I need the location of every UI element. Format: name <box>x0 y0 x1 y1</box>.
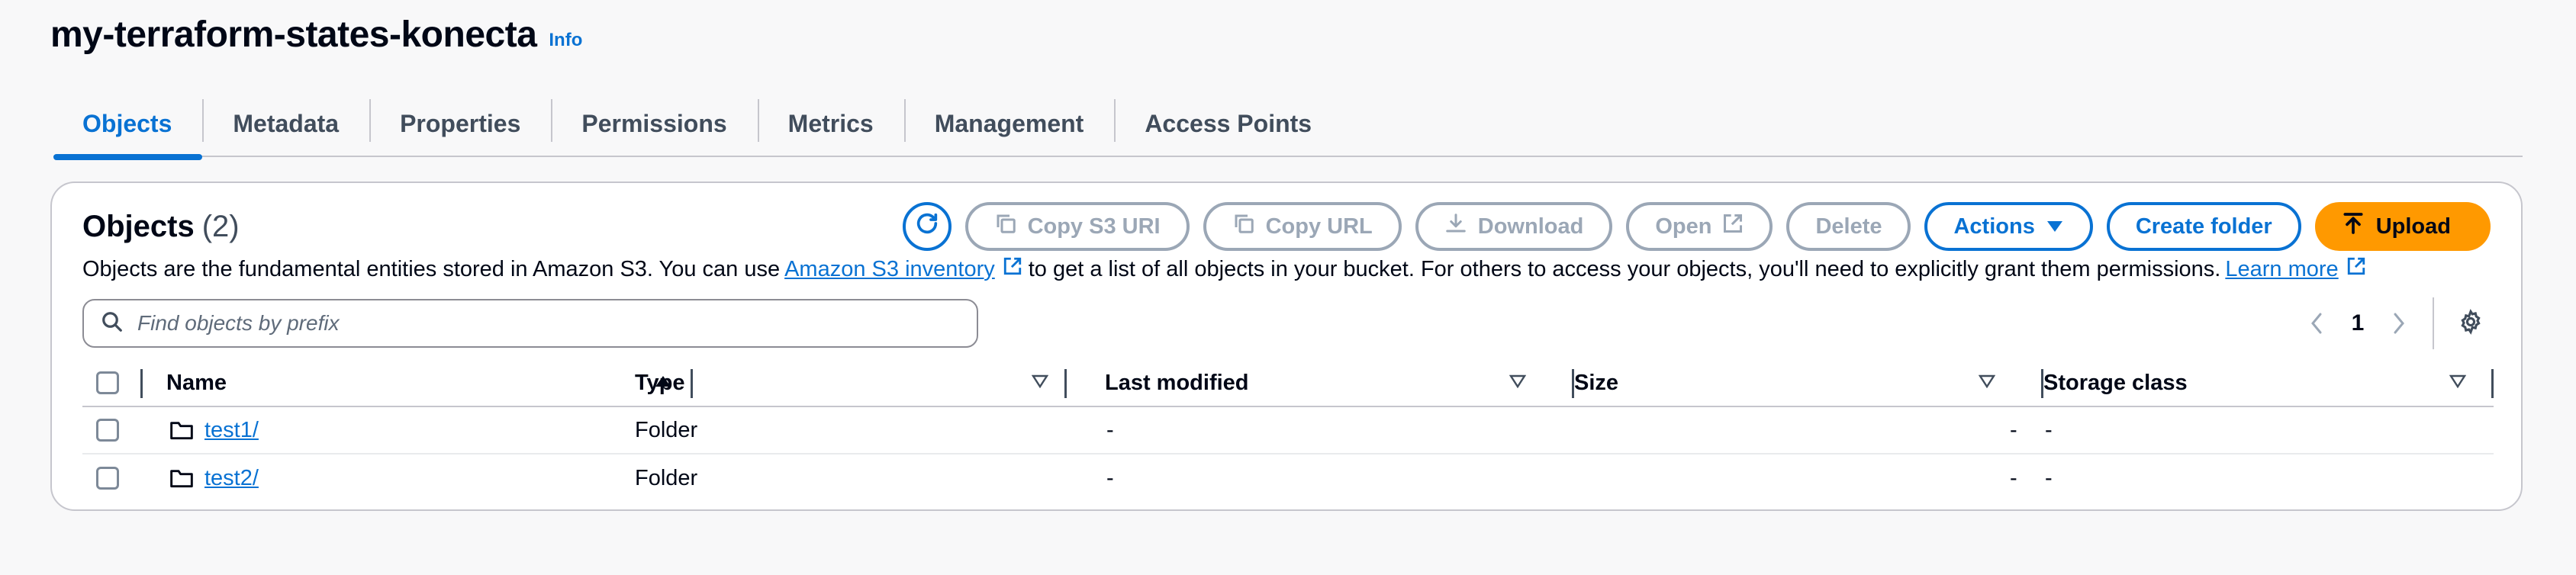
objects-panel: Objects (2) Copy S3 URI Copy URL Downloa… <box>50 181 2523 511</box>
learn-more-link[interactable]: Learn more <box>2225 257 2338 282</box>
column-header-size[interactable]: Size <box>1574 360 2043 406</box>
object-name-cell: test2/ <box>204 455 259 502</box>
row-select-cell <box>96 455 119 502</box>
select-all-checkbox[interactable] <box>96 371 119 394</box>
create-folder-button[interactable]: Create folder <box>2106 202 2301 251</box>
search-input[interactable] <box>137 311 900 336</box>
object-storage-class-cell: - <box>2045 417 2053 442</box>
objects-header: Objects (2) Copy S3 URI Copy URL Downloa… <box>82 201 2491 252</box>
pager-divider <box>2433 297 2434 349</box>
folder-icon <box>169 455 194 502</box>
copy-url-label: Copy URL <box>1265 214 1373 239</box>
sort-icon <box>1031 374 1049 392</box>
description-text-middle: to get a list of all objects in your buc… <box>1028 256 2221 281</box>
delete-label: Delete <box>1815 214 1882 239</box>
actions-label: Actions <box>1953 214 2035 239</box>
objects-count: (2) <box>201 209 240 243</box>
sort-icon <box>1509 374 1527 392</box>
select-all-cell <box>96 360 119 406</box>
pagination: 1 <box>2297 297 2491 349</box>
table-row[interactable]: test1/ Folder - - - <box>82 407 2494 455</box>
objects-title: Objects <box>82 209 195 243</box>
settings-button[interactable] <box>2451 299 2491 348</box>
open-label: Open <box>1655 214 1712 239</box>
sort-icon <box>2449 374 2467 392</box>
actions-dropdown[interactable]: Actions <box>1924 202 2093 251</box>
s3-inventory-link[interactable]: Amazon S3 inventory <box>784 257 995 282</box>
object-name-link[interactable]: test2/ <box>204 466 259 491</box>
objects-description: Objects are the fundamental entities sto… <box>82 256 2491 282</box>
caret-down-icon <box>2046 214 2064 239</box>
copy-s3-uri-label: Copy S3 URI <box>1027 214 1161 239</box>
search-field[interactable] <box>82 299 978 348</box>
download-icon <box>1444 212 1467 241</box>
table-row[interactable]: test2/ Folder - - - <box>82 455 2494 502</box>
object-type-cell: Folder <box>635 417 698 442</box>
open-button[interactable]: Open <box>1626 202 1773 251</box>
tab-objects[interactable]: Objects <box>53 92 203 160</box>
current-page[interactable]: 1 <box>2336 310 2379 336</box>
table-header: Name Type Last modified Size Storage cla… <box>82 360 2494 407</box>
object-storage-class-cell: - <box>2045 465 2053 490</box>
create-folder-label: Create folder <box>2135 214 2272 239</box>
tab-properties[interactable]: Properties <box>369 92 551 156</box>
folder-icon <box>169 407 194 453</box>
upload-label: Upload <box>2375 214 2451 239</box>
gear-icon <box>2458 308 2484 339</box>
copy-icon <box>1232 212 1255 241</box>
bucket-tabs: Objects Metadata Properties Permissions … <box>53 92 2523 160</box>
object-name-link[interactable]: test1/ <box>204 418 259 443</box>
object-last-modified-cell: - <box>1106 465 1114 490</box>
external-link-icon <box>1722 213 1744 240</box>
previous-page-button[interactable] <box>2297 299 2336 348</box>
page-header: my-terraform-states-konecta Info <box>50 14 582 56</box>
column-header-last-modified[interactable]: Last modified <box>1105 360 1574 406</box>
tab-permissions[interactable]: Permissions <box>551 92 757 156</box>
object-size-cell: - <box>2010 417 2017 442</box>
info-link[interactable]: Info <box>549 30 582 51</box>
external-link-icon <box>2346 256 2366 282</box>
objects-table: Name Type Last modified Size Storage cla… <box>82 360 2494 502</box>
copy-s3-uri-button[interactable]: Copy S3 URI <box>964 202 1190 251</box>
header-divider <box>140 360 143 406</box>
bucket-title: my-terraform-states-konecta <box>50 14 537 55</box>
column-header-name[interactable]: Name <box>166 360 693 406</box>
object-type-cell: Folder <box>635 465 698 490</box>
description-text-start: Objects are the fundamental entities sto… <box>82 256 781 281</box>
row-select-cell <box>96 407 119 453</box>
sort-icon <box>1978 374 1996 392</box>
object-name-cell: test1/ <box>204 407 259 453</box>
upload-button[interactable]: Upload <box>2314 202 2491 251</box>
object-last-modified-cell: - <box>1106 417 1114 442</box>
copy-url-button[interactable]: Copy URL <box>1203 202 1402 251</box>
delete-button[interactable]: Delete <box>1786 202 1911 251</box>
objects-toolbar: Copy S3 URI Copy URL Download Open Delet… <box>902 202 2491 251</box>
next-page-button[interactable] <box>2379 299 2419 348</box>
object-size-cell: - <box>2010 465 2017 490</box>
refresh-button[interactable] <box>902 202 952 251</box>
tab-metadata[interactable]: Metadata <box>202 92 369 156</box>
column-header-storage-class[interactable]: Storage class <box>2043 360 2494 406</box>
refresh-icon <box>914 210 940 243</box>
column-header-type[interactable]: Type <box>635 360 1161 406</box>
copy-icon <box>994 212 1017 241</box>
row-checkbox[interactable] <box>96 467 119 490</box>
upload-icon <box>2341 211 2365 242</box>
row-checkbox[interactable] <box>96 419 119 442</box>
tab-metrics[interactable]: Metrics <box>757 92 904 156</box>
tab-management[interactable]: Management <box>903 92 1115 156</box>
download-button[interactable]: Download <box>1415 202 1613 251</box>
download-label: Download <box>1477 214 1584 239</box>
tab-access-points[interactable]: Access Points <box>1114 92 1342 156</box>
external-link-icon <box>1003 256 1022 282</box>
search-icon <box>101 310 124 337</box>
